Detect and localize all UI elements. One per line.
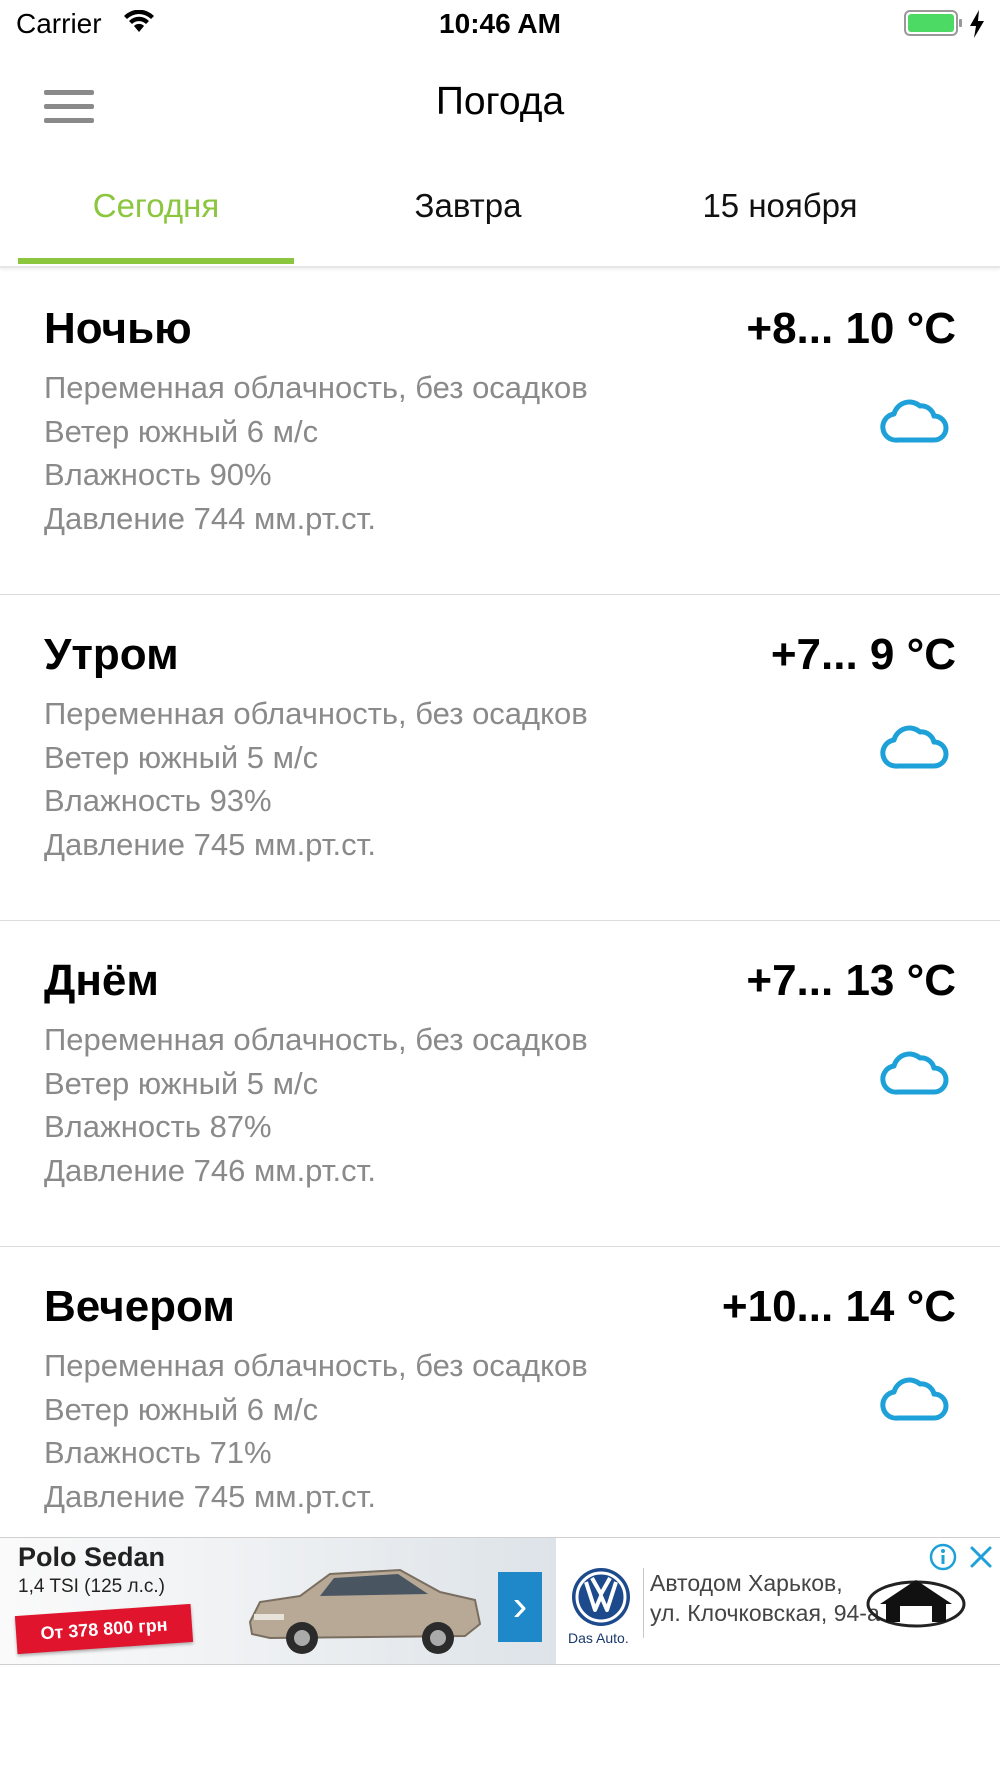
ad-dealer-line1: Автодом Харьков,	[650, 1570, 843, 1596]
period-temperature: +8... 10 °C	[746, 304, 956, 353]
period-conditions: Переменная облачность, без осадков	[44, 370, 588, 405]
charging-bolt-icon	[970, 10, 984, 38]
forecast-period-evening: Вечером +10... 14 °C Переменная облачнос…	[0, 1246, 1000, 1572]
period-temperature: +7... 9 °C	[770, 630, 956, 679]
status-bar: Carrier 10:46 AM	[0, 0, 1000, 50]
vw-logo	[572, 1568, 630, 1626]
period-wind: Ветер южный 5 м/с	[44, 739, 319, 775]
period-pressure: Давление 746 мм.рт.ст.	[44, 1152, 376, 1188]
ad-price-badge: От 378 800 грн	[14, 1603, 194, 1655]
period-conditions: Переменная облачность, без осадков	[44, 1348, 588, 1383]
ad-close-icon[interactable]	[966, 1542, 996, 1572]
tab-15-november[interactable]: 15 ноября	[642, 160, 918, 264]
cloud-icon	[880, 1377, 949, 1421]
cloud-icon	[880, 399, 949, 443]
battery-icon	[904, 10, 962, 36]
ad-banner[interactable]: Polo Sedan 1,4 TSI (125 л.с.) От 378 800…	[0, 1537, 1000, 1665]
forecast-period-night: Ночью +8... 10 °C Переменная облачность,…	[0, 268, 1000, 595]
ad-engine: 1,4 TSI (125 л.с.)	[18, 1576, 165, 1597]
day-tabs: Сегодня Завтра 15 ноября	[0, 160, 1000, 268]
forecast-period-day: Днём +7... 13 °C Переменная облачность, …	[0, 920, 1000, 1247]
period-temperature: +10... 14 °C	[721, 1282, 956, 1331]
period-temperature: +7... 13 °C	[746, 956, 956, 1005]
tab-tomorrow[interactable]: Завтра	[330, 160, 606, 264]
period-pressure: Давление 745 мм.рт.ст.	[44, 826, 376, 862]
period-conditions: Переменная облачность, без осадков	[44, 696, 588, 731]
period-name: Днём	[44, 956, 159, 1005]
tab-today[interactable]: Сегодня	[18, 160, 294, 264]
page-title: Погода	[435, 80, 565, 123]
cloud-icon	[880, 1051, 949, 1095]
navigation-bar: Погода	[0, 50, 1000, 150]
period-humidity: Влажность 71%	[44, 1435, 272, 1470]
period-name: Утром	[44, 630, 179, 679]
ad-model: Polo Sedan	[18, 1542, 166, 1572]
period-wind: Ветер южный 6 м/с	[44, 1391, 319, 1427]
period-wind: Ветер южный 5 м/с	[44, 1065, 319, 1101]
period-humidity: Влажность 90%	[44, 457, 272, 492]
ad-arrow-button[interactable]: ›	[498, 1572, 542, 1642]
cloud-icon	[880, 725, 949, 769]
period-name: Ночью	[44, 304, 192, 353]
status-time: 10:46 AM	[439, 8, 561, 39]
forecast-period-morning: Утром +7... 9 °C Переменная облачность, …	[0, 594, 1000, 921]
period-humidity: Влажность 87%	[44, 1109, 272, 1144]
period-pressure: Давление 744 мм.рт.ст.	[44, 500, 376, 536]
period-name: Вечером	[44, 1282, 235, 1331]
active-tab-indicator	[18, 258, 294, 264]
ad-divider	[643, 1568, 644, 1638]
period-humidity: Влажность 93%	[44, 783, 272, 818]
car-image	[248, 1568, 482, 1654]
period-pressure: Давление 745 мм.рт.ст.	[44, 1478, 376, 1514]
period-conditions: Переменная облачность, без осадков	[44, 1022, 588, 1057]
ad-car-promo[interactable]: Polo Sedan 1,4 TSI (125 л.с.) От 378 800…	[0, 1538, 556, 1664]
ad-info-icon[interactable]	[928, 1542, 958, 1572]
period-wind: Ветер южный 6 м/с	[44, 413, 319, 449]
ad-brand-tagline: Das Auto.	[568, 1630, 629, 1646]
dealer-logo	[866, 1580, 966, 1628]
ad-dealer-line2: ул. Клочковская, 94-а	[650, 1600, 880, 1626]
